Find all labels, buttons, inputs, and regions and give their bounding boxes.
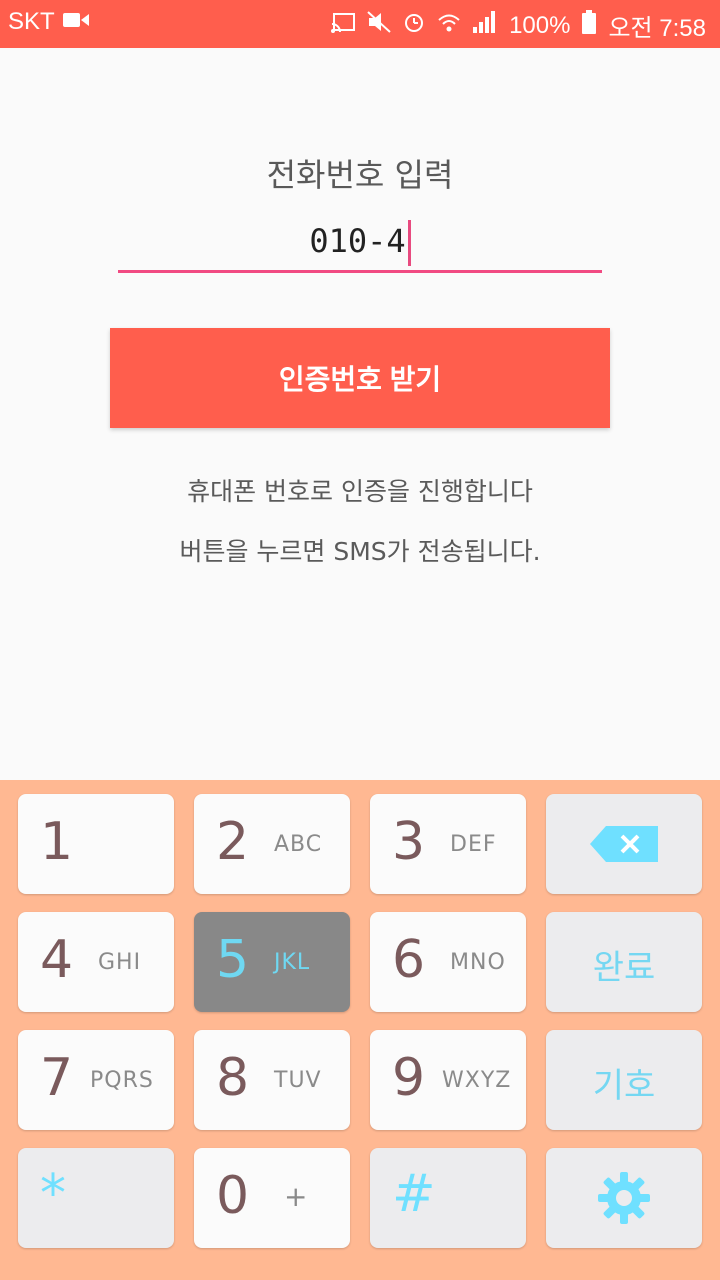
signal-icon bbox=[473, 11, 497, 40]
info-text-2: 버튼을 누르면 SMS가 전송됩니다. bbox=[179, 537, 541, 566]
mute-icon bbox=[367, 11, 391, 40]
key-0[interactable]: 0 + bbox=[194, 1148, 350, 1248]
key-digit: 2 bbox=[216, 812, 250, 872]
phone-input[interactable]: 010-4 bbox=[118, 210, 602, 273]
key-digit: 4 bbox=[40, 930, 74, 990]
key-4[interactable]: 4 GHI bbox=[18, 912, 174, 1012]
key-digit: 8 bbox=[216, 1048, 250, 1108]
done-key[interactable]: 완료 bbox=[546, 912, 702, 1012]
clock: 오전 7:58 bbox=[608, 15, 706, 42]
key-digit: 5 bbox=[216, 930, 250, 990]
key-letters: PQRS bbox=[90, 1068, 154, 1093]
key-letters: + bbox=[284, 1180, 309, 1213]
key-1[interactable]: 1 bbox=[18, 794, 174, 894]
battery-percent: 100% bbox=[509, 11, 571, 39]
key-digit: 9 bbox=[392, 1048, 426, 1108]
key-digit: 6 bbox=[392, 930, 426, 990]
status-bar: SKT 100% 오전 7:58 bbox=[0, 0, 720, 48]
backspace-key[interactable] bbox=[546, 794, 702, 894]
key-letters: GHI bbox=[98, 950, 142, 975]
key-9[interactable]: 9 WXYZ bbox=[370, 1030, 526, 1130]
key-2[interactable]: 2 ABC bbox=[194, 794, 350, 894]
key-7[interactable]: 7 PQRS bbox=[18, 1030, 174, 1130]
key-3[interactable]: 3 DEF bbox=[370, 794, 526, 894]
key-digit: 0 bbox=[216, 1166, 250, 1226]
symbols-key[interactable]: 기호 bbox=[546, 1030, 702, 1130]
phone-value-wrapper: 010-4 bbox=[118, 220, 602, 266]
key-letters: ABC bbox=[274, 832, 323, 857]
status-left: SKT bbox=[8, 8, 89, 36]
hash-symbol: # bbox=[392, 1164, 436, 1224]
status-right: 100% 오전 7:58 bbox=[331, 8, 706, 43]
key-digit: 7 bbox=[40, 1048, 74, 1108]
key-letters: MNO bbox=[450, 950, 506, 975]
done-label: 완료 bbox=[592, 948, 656, 988]
wifi-icon bbox=[437, 12, 461, 40]
info-text-1: 휴대폰 번호로 인증을 진행합니다 bbox=[187, 477, 533, 506]
battery-icon bbox=[582, 10, 597, 41]
phone-value: 010-4 bbox=[309, 222, 406, 260]
gear-icon bbox=[597, 1171, 651, 1229]
numeric-keyboard: 1 2 ABC 3 DEF 4 GHI 5 JKL 6 MNO 완료 7 PQR… bbox=[0, 780, 720, 1280]
cast-icon bbox=[331, 12, 356, 40]
key-letters: TUV bbox=[274, 1068, 322, 1093]
key-6[interactable]: 6 MNO bbox=[370, 912, 526, 1012]
key-letters: DEF bbox=[450, 832, 497, 857]
settings-key[interactable] bbox=[546, 1148, 702, 1248]
page-title: 전화번호 입력 bbox=[266, 156, 454, 194]
carrier-label: SKT bbox=[8, 8, 55, 35]
backspace-icon bbox=[590, 826, 658, 866]
key-8[interactable]: 8 TUV bbox=[194, 1030, 350, 1130]
hash-key[interactable]: # bbox=[370, 1148, 526, 1248]
video-icon bbox=[62, 8, 89, 36]
key-digit: 3 bbox=[392, 812, 426, 872]
key-5[interactable]: 5 JKL bbox=[194, 912, 350, 1012]
key-letters: JKL bbox=[274, 950, 311, 975]
asterisk-symbol: * bbox=[40, 1164, 66, 1224]
key-letters: WXYZ bbox=[442, 1068, 512, 1093]
key-digit: 1 bbox=[40, 812, 74, 872]
main-content: 전화번호 입력 010-4 인증번호 받기 휴대폰 번호로 인증을 진행합니다 … bbox=[0, 48, 720, 780]
asterisk-key[interactable]: * bbox=[18, 1148, 174, 1248]
alarm-icon bbox=[403, 11, 425, 40]
request-code-button[interactable]: 인증번호 받기 bbox=[110, 328, 610, 428]
symbols-label: 기호 bbox=[592, 1066, 656, 1106]
text-cursor bbox=[407, 220, 411, 266]
